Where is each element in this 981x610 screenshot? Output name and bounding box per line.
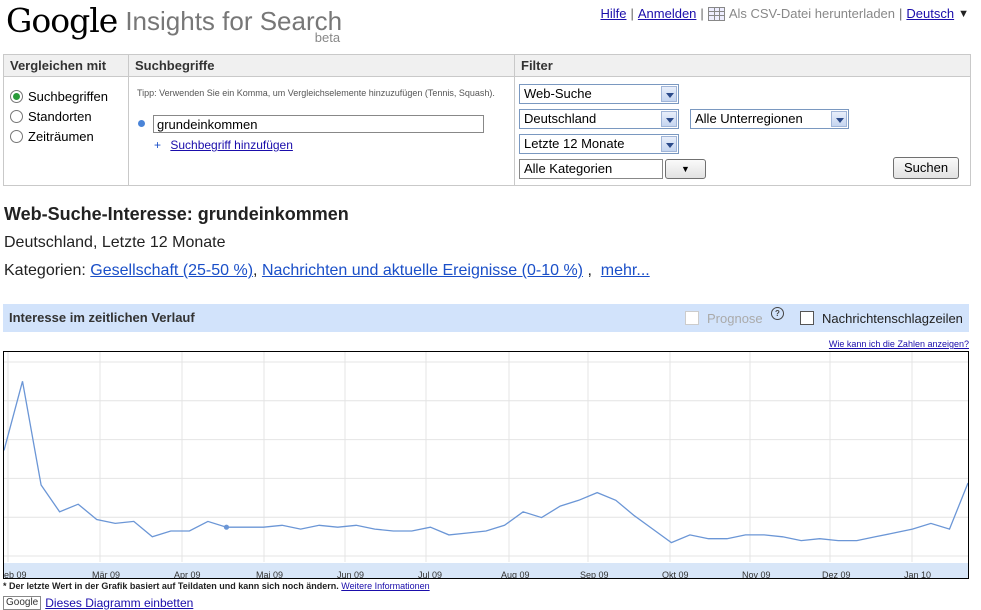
compare-option-label: Suchbegriffen	[28, 89, 108, 104]
csv-download[interactable]: Als CSV-Datei herunterladen	[708, 6, 895, 21]
compare-option-locations[interactable]: Standorten	[10, 109, 92, 124]
x-tick-label: Sep 09	[580, 570, 609, 579]
x-tick-label: Okt 09	[662, 570, 689, 579]
series-line-grundeinkommen	[4, 381, 968, 542]
language-link[interactable]: Deutsch	[906, 6, 954, 21]
subregion-value: Alle Unterregionen	[695, 111, 803, 126]
column-divider	[514, 55, 515, 185]
more-info-link[interactable]: Weitere Informationen	[341, 581, 429, 591]
compare-option-terms[interactable]: Suchbegriffen	[10, 89, 108, 104]
filter-header: Filter	[515, 55, 970, 77]
embed-chart-link[interactable]: Dieses Diagramm einbetten	[45, 596, 193, 610]
search-type-value: Web-Suche	[524, 86, 592, 101]
x-tick-label: F	[968, 570, 969, 579]
plus-icon: +	[154, 138, 161, 152]
footnote-text: * Der letzte Wert in der Grafik basiert …	[3, 581, 339, 591]
time-range-select[interactable]: Letzte 12 Monate	[519, 134, 679, 154]
results-subtitle: Deutschland, Letzte 12 Monate	[4, 234, 225, 252]
news-headlines-label: Nachrichtenschlagzeilen	[822, 311, 963, 326]
triangle-down-icon[interactable]: ▼	[958, 8, 969, 20]
chart-footnote: * Der letzte Wert in der Grafik basiert …	[3, 581, 430, 591]
radio-unselected[interactable]	[10, 130, 23, 143]
section-title: Interesse im zeitlichen Verlauf	[9, 304, 195, 332]
categories-label: Kategorien:	[4, 262, 86, 279]
search-type-select[interactable]: Web-Suche	[519, 84, 679, 104]
terms-header: Suchbegriffe	[129, 55, 515, 77]
category-link[interactable]: Nachrichten und aktuelle Ereignisse (0-1…	[262, 262, 583, 279]
radio-selected[interactable]	[10, 90, 23, 103]
logo-beta-label: beta	[315, 30, 340, 45]
logo-google-wordmark: Google	[6, 2, 117, 40]
top-links: Hilfe | Anmelden | Als CSV-Datei herunte…	[600, 6, 969, 21]
triangle-down-icon: ▼	[681, 164, 690, 174]
x-tick-label: Mai 09	[256, 570, 283, 579]
login-link[interactable]: Anmelden	[638, 6, 697, 21]
news-headlines-checkbox[interactable]	[800, 311, 814, 325]
separator: |	[899, 6, 902, 21]
search-button[interactable]: Suchen	[893, 157, 959, 179]
prognose-label: Prognose	[707, 311, 763, 326]
compare-option-label: Zeiträumen	[28, 129, 94, 144]
category-value: Alle Kategorien	[524, 161, 612, 176]
search-form-panel: Vergleichen mit Suchbegriffe Filter Such…	[3, 54, 971, 186]
dropdown-arrow-icon	[831, 111, 847, 127]
x-tick-label: Jan 10	[904, 570, 931, 579]
x-tick-label: Mär 09	[92, 570, 120, 579]
dropdown-arrow-icon	[661, 86, 677, 102]
how-to-see-numbers-link[interactable]: Wie kann ich die Zahlen anzeigen?	[829, 339, 969, 349]
search-tip: Tipp: Verwenden Sie ein Komma, um Vergle…	[137, 87, 497, 99]
x-tick-label: Jul 09	[418, 570, 442, 579]
interest-chart-svg: eb 09 Mär 09 Apr 09 Mai 09 Jun 09 Jul 09 Aug 0…	[4, 352, 969, 579]
dropdown-arrow-icon	[661, 136, 677, 152]
separator: |	[700, 6, 703, 21]
compare-option-timeranges[interactable]: Zeiträumen	[10, 129, 94, 144]
google-badge: Google	[3, 596, 41, 610]
csv-download-label: Als CSV-Datei herunterladen	[729, 6, 895, 21]
compare-header: Vergleichen mit	[4, 55, 129, 77]
embed-chart-row[interactable]: Google Dieses Diagramm einbetten	[3, 596, 193, 610]
x-tick-label: Aug 09	[501, 570, 530, 579]
separator: |	[630, 6, 633, 21]
table-icon	[708, 7, 725, 21]
time-range-value: Letzte 12 Monate	[524, 136, 624, 151]
radio-unselected[interactable]	[10, 110, 23, 123]
help-link[interactable]: Hilfe	[600, 6, 626, 21]
add-term-link[interactable]: + Suchbegriff hinzufügen	[154, 138, 293, 152]
dropdown-arrow-icon	[661, 111, 677, 127]
subregion-select[interactable]: Alle Unterregionen	[690, 109, 849, 129]
x-tick-label: Apr 09	[174, 570, 201, 579]
prognose-checkbox[interactable]	[685, 311, 699, 325]
category-link[interactable]: Gesellschaft (25-50 %)	[90, 262, 253, 279]
interest-over-time-bar: Interesse im zeitlichen Verlauf Prognose…	[3, 304, 969, 332]
results-title: Web-Suche-Interesse: grundeinkommen	[4, 204, 349, 225]
series-marker	[224, 525, 229, 530]
x-tick-label: Nov 09	[742, 570, 771, 579]
google-insights-logo[interactable]: Google Insights for Search beta	[6, 2, 342, 46]
more-categories-link[interactable]: mehr...	[601, 262, 650, 279]
interest-chart: eb 09 Mär 09 Apr 09 Mai 09 Jun 09 Jul 09 Aug 0…	[3, 351, 969, 579]
x-tick-label: Dez 09	[822, 570, 851, 579]
compare-option-label: Standorten	[28, 109, 92, 124]
country-value: Deutschland	[524, 111, 596, 126]
logo-product-name: Insights for Search	[125, 2, 342, 40]
country-select[interactable]: Deutschland	[519, 109, 679, 129]
series-color-dot	[138, 120, 145, 127]
help-icon[interactable]: ?	[771, 307, 784, 320]
x-tick-label: Jun 09	[337, 570, 364, 579]
x-tick-label: eb 09	[4, 570, 27, 579]
category-dropdown-button[interactable]: ▼	[665, 159, 706, 179]
categories-line: Kategorien: Gesellschaft (25-50 %), Nach…	[4, 262, 650, 280]
add-term-label: Suchbegriff hinzufügen	[170, 138, 293, 152]
search-term-input[interactable]: grundeinkommen	[153, 115, 484, 133]
comma: ,	[253, 262, 257, 279]
comma: ,	[583, 262, 596, 279]
category-field[interactable]: Alle Kategorien	[519, 159, 663, 179]
column-divider	[128, 55, 129, 185]
